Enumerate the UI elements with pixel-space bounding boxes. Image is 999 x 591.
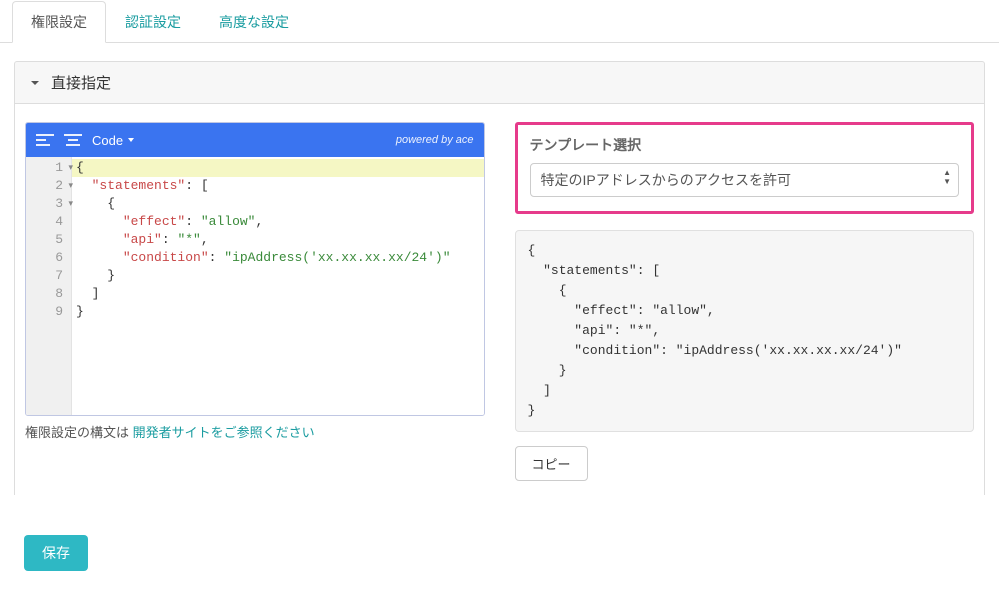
- code-dropdown[interactable]: Code: [92, 133, 135, 148]
- code-line[interactable]: }: [72, 267, 484, 285]
- line-number: 9: [26, 303, 71, 321]
- footer: 保存: [24, 535, 985, 571]
- code-line[interactable]: }: [72, 303, 484, 321]
- fold-marker-icon[interactable]: ▾: [68, 159, 73, 177]
- chevron-down-icon: [29, 77, 41, 89]
- code-area[interactable]: { "statements": [ { "effect": "allow", "…: [72, 157, 484, 415]
- tabs: 権限設定 認証設定 高度な設定: [0, 0, 999, 43]
- fold-marker-icon[interactable]: ▾: [68, 177, 73, 195]
- line-number: 8: [26, 285, 71, 303]
- template-preview: { "statements": [ { "effect": "allow", "…: [515, 230, 975, 432]
- panel-title: 直接指定: [51, 72, 111, 93]
- tab-permission[interactable]: 権限設定: [12, 1, 106, 43]
- code-line[interactable]: ]: [72, 285, 484, 303]
- line-number: 4: [26, 213, 71, 231]
- template-select[interactable]: 特定のIPアドレスからのアクセスを許可: [530, 163, 960, 197]
- code-editor[interactable]: Code powered by ace 1▾2▾3▾456789 { "stat…: [25, 122, 485, 416]
- code-line[interactable]: "effect": "allow",: [72, 213, 484, 231]
- align-center-icon[interactable]: [64, 133, 82, 147]
- template-title: テンプレート選択: [530, 135, 960, 155]
- code-line[interactable]: {: [72, 159, 484, 177]
- developer-site-link[interactable]: 開発者サイトをご参照ください: [133, 425, 315, 440]
- right-column: テンプレート選択 特定のIPアドレスからのアクセスを許可 ▲▼ { "state…: [515, 122, 975, 481]
- syntax-helper-text: 権限設定の構文は 開発者サイトをご参照ください: [25, 422, 485, 441]
- code-line[interactable]: "condition": "ipAddress('xx.xx.xx.xx/24'…: [72, 249, 484, 267]
- code-line[interactable]: "api": "*",: [72, 231, 484, 249]
- line-number: 5: [26, 231, 71, 249]
- template-select-box: テンプレート選択 特定のIPアドレスからのアクセスを許可 ▲▼: [515, 122, 975, 214]
- code-line[interactable]: "statements": [: [72, 177, 484, 195]
- code-dropdown-label: Code: [92, 133, 123, 148]
- line-number: 2▾: [26, 177, 71, 195]
- line-number: 1▾: [26, 159, 71, 177]
- editor-body[interactable]: 1▾2▾3▾456789 { "statements": [ { "effect…: [26, 157, 484, 415]
- align-left-icon[interactable]: [36, 133, 54, 147]
- code-line[interactable]: {: [72, 195, 484, 213]
- tab-advanced[interactable]: 高度な設定: [200, 1, 308, 43]
- copy-button[interactable]: コピー: [515, 446, 588, 481]
- panel-header-direct[interactable]: 直接指定: [14, 61, 985, 104]
- line-number: 3▾: [26, 195, 71, 213]
- save-button[interactable]: 保存: [24, 535, 88, 571]
- line-number: 7: [26, 267, 71, 285]
- helper-prefix: 権限設定の構文は: [25, 425, 133, 440]
- powered-by-label: powered by ace: [396, 134, 474, 146]
- fold-marker-icon[interactable]: ▾: [68, 195, 73, 213]
- line-number-gutter: 1▾2▾3▾456789: [26, 157, 72, 415]
- left-column: Code powered by ace 1▾2▾3▾456789 { "stat…: [25, 122, 485, 481]
- panel-body: Code powered by ace 1▾2▾3▾456789 { "stat…: [14, 104, 985, 495]
- line-number: 6: [26, 249, 71, 267]
- caret-down-icon: [127, 136, 135, 144]
- editor-toolbar: Code powered by ace: [26, 123, 484, 157]
- template-select-wrap: 特定のIPアドレスからのアクセスを許可 ▲▼: [530, 163, 960, 197]
- tab-auth[interactable]: 認証設定: [106, 1, 200, 43]
